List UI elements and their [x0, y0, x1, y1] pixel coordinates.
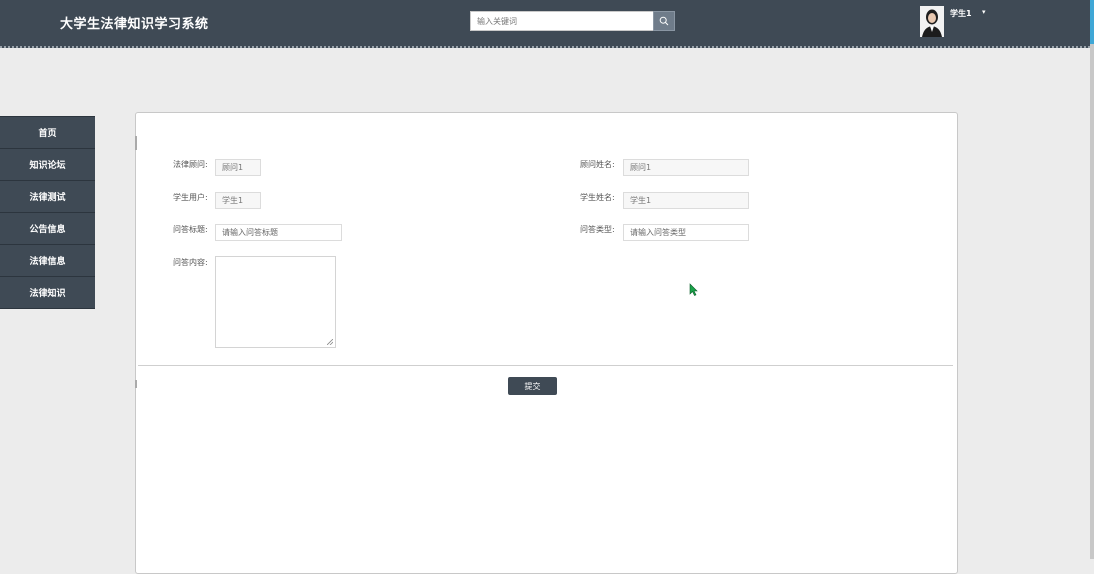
- qa-content-textarea[interactable]: [215, 256, 336, 348]
- student-user-label: 学生用户:: [173, 193, 208, 202]
- top-bar: 大学生法律知识学习系统 学生1 ▾: [0, 0, 1094, 48]
- qa-type-input[interactable]: 请输入问答类型: [623, 224, 749, 241]
- search-button[interactable]: [653, 11, 675, 31]
- advisor-name-field[interactable]: 顾问1: [623, 159, 749, 176]
- sidebar-item-law-test[interactable]: 法律测试: [0, 181, 95, 213]
- site-title: 大学生法律知识学习系统: [60, 17, 209, 32]
- student-name-label: 学生姓名:: [580, 193, 615, 202]
- user-photo-icon: [920, 6, 944, 37]
- qa-title-input[interactable]: 请输入问答标题: [215, 224, 342, 241]
- advisor-label: 法律顾问:: [173, 160, 208, 169]
- mouse-cursor-icon: [689, 283, 698, 296]
- sidebar-item-home[interactable]: 首页: [0, 116, 95, 149]
- scrollbar-track[interactable]: [1090, 0, 1094, 559]
- advisor-field[interactable]: 顾问1: [215, 159, 261, 176]
- panel-edge-marker: [135, 136, 137, 150]
- username[interactable]: 学生1: [950, 8, 972, 19]
- qa-type-label: 问答类型:: [580, 225, 615, 234]
- sidebar-item-law-knowledge[interactable]: 法律知识: [0, 277, 95, 309]
- resize-handle-icon[interactable]: [327, 339, 333, 345]
- sidebar-item-law-info[interactable]: 法律信息: [0, 245, 95, 277]
- search-input[interactable]: [470, 11, 653, 31]
- sidebar-item-forum[interactable]: 知识论坛: [0, 149, 95, 181]
- search-bar: [470, 11, 675, 31]
- search-icon: [659, 16, 669, 26]
- submit-button[interactable]: 提交: [508, 377, 557, 395]
- scrollbar-thumb[interactable]: [1090, 0, 1094, 44]
- student-user-field[interactable]: 学生1: [215, 192, 261, 209]
- student-name-field[interactable]: 学生1: [623, 192, 749, 209]
- form-divider: [138, 365, 953, 366]
- sidebar: 首页 知识论坛 法律测试 公告信息 法律信息 法律知识: [0, 116, 95, 309]
- qa-title-label: 问答标题:: [173, 225, 208, 234]
- sidebar-item-announcements[interactable]: 公告信息: [0, 213, 95, 245]
- chevron-down-icon[interactable]: ▾: [982, 8, 986, 16]
- advisor-name-label: 顾问姓名:: [580, 160, 615, 169]
- qa-content-label: 问答内容:: [173, 258, 208, 267]
- panel-edge-marker: [135, 380, 137, 388]
- avatar[interactable]: [920, 6, 944, 37]
